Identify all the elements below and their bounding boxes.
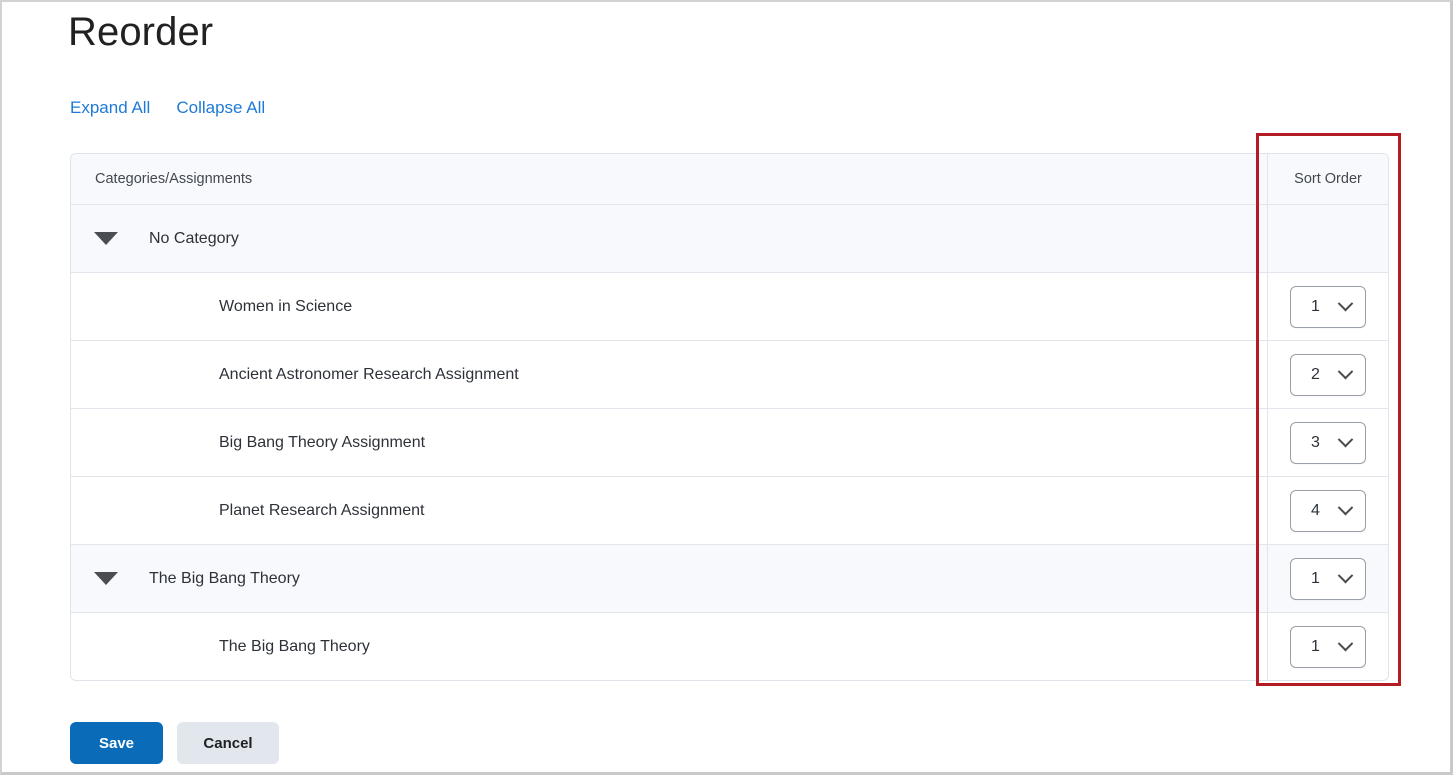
expand-collapse-links: Expand All Collapse All [70, 96, 265, 120]
assignment-name-cell: Ancient Astronomer Research Assignment [71, 341, 1268, 408]
sort-order-select[interactable]: 4 [1290, 489, 1366, 532]
sort-order-cell: 1 [1268, 613, 1388, 680]
expand-all-link[interactable]: Expand All [70, 96, 150, 120]
footer-actions: Save Cancel [70, 722, 279, 764]
collapse-triangle-icon[interactable] [93, 232, 119, 245]
sort-order-value: 2 [1311, 365, 1320, 383]
sort-order-cell: 4 [1268, 477, 1388, 544]
table-row: The Big Bang Theory 1 [71, 613, 1388, 680]
assignment-name-cell: Big Bang Theory Assignment [71, 409, 1268, 476]
category-name-cell: No Category [71, 205, 1268, 272]
assignment-label: Planet Research Assignment [219, 501, 425, 519]
table-row: Big Bang Theory Assignment 3 [71, 409, 1388, 477]
sort-order-value: 1 [1311, 637, 1320, 655]
header-cell-sort-order: Sort Order [1294, 171, 1362, 187]
sort-order-cell: 1 [1268, 545, 1388, 612]
chevron-down-icon [1337, 363, 1354, 380]
category-name-cell: The Big Bang Theory [71, 545, 1268, 612]
sort-order-select[interactable]: 3 [1290, 421, 1366, 464]
header-cell-categories: Categories/Assignments [71, 154, 1268, 204]
table-row: No Category [71, 205, 1388, 273]
cancel-button[interactable]: Cancel [177, 722, 279, 764]
chevron-down-icon [1337, 567, 1354, 584]
collapse-triangle-icon[interactable] [93, 572, 119, 585]
sort-order-cell: 1 [1268, 273, 1388, 340]
table-header-row: Categories/Assignments Sort Order [71, 154, 1388, 205]
sort-order-value: 3 [1311, 433, 1320, 451]
table-row: Women in Science 1 [71, 273, 1388, 341]
category-label: The Big Bang Theory [149, 569, 300, 587]
sort-order-select[interactable]: 1 [1290, 625, 1366, 668]
assignment-label: Ancient Astronomer Research Assignment [219, 365, 519, 383]
sort-order-select[interactable]: 2 [1290, 353, 1366, 396]
sort-order-select[interactable]: 1 [1290, 557, 1366, 600]
reorder-table: Categories/Assignments Sort Order No Cat… [70, 153, 1389, 681]
sort-order-cell: 2 [1268, 341, 1388, 408]
chevron-down-icon [1337, 635, 1354, 652]
save-button[interactable]: Save [70, 722, 163, 764]
sort-order-cell [1268, 205, 1388, 272]
page-title: Reorder [68, 10, 214, 54]
sort-order-value: 4 [1311, 501, 1320, 519]
sort-order-cell: 3 [1268, 409, 1388, 476]
sort-order-select[interactable]: 1 [1290, 285, 1366, 328]
assignment-label: The Big Bang Theory [219, 637, 370, 655]
table-row: Ancient Astronomer Research Assignment 2 [71, 341, 1388, 409]
sort-order-value: 1 [1311, 569, 1320, 587]
table-row: The Big Bang Theory 1 [71, 545, 1388, 613]
chevron-down-icon [1337, 499, 1354, 516]
table-row: Planet Research Assignment 4 [71, 477, 1388, 545]
assignment-name-cell: Women in Science [71, 273, 1268, 340]
chevron-down-icon [1337, 431, 1354, 448]
category-label: No Category [149, 229, 239, 247]
assignment-label: Women in Science [219, 297, 353, 315]
page-container: Reorder Expand All Collapse All Categori… [0, 0, 1453, 775]
collapse-all-link[interactable]: Collapse All [176, 96, 265, 120]
assignment-label: Big Bang Theory Assignment [219, 433, 426, 451]
chevron-down-icon [1337, 295, 1354, 312]
sort-order-value: 1 [1311, 297, 1320, 315]
assignment-name-cell: Planet Research Assignment [71, 477, 1268, 544]
assignment-name-cell: The Big Bang Theory [71, 613, 1268, 680]
